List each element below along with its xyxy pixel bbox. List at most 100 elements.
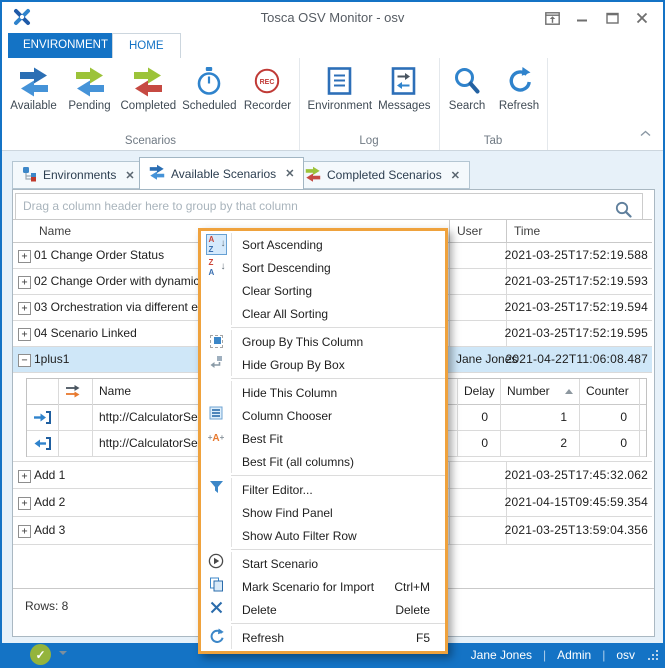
detail-column-number[interactable]: Number (500, 379, 556, 404)
expand-icon[interactable] (18, 328, 31, 341)
messages-label: Messages (378, 100, 430, 112)
tab-close-icon[interactable]: ✕ (125, 169, 134, 182)
menu-item-show-auto-filter-row[interactable]: Show Auto Filter Row (201, 524, 445, 547)
detail-delay: 0 (457, 405, 494, 430)
refresh-icon (504, 64, 534, 98)
expand-icon[interactable] (18, 525, 31, 538)
doc-tab-available-scenarios[interactable]: Available Scenarios ✕ (139, 157, 304, 190)
menu-item-start-scenario[interactable]: Start Scenario (201, 552, 445, 575)
row-time: 2021-03-25T17:45:32.062 (505, 462, 648, 489)
menu-item-clear-sorting[interactable]: Clear Sorting (201, 279, 445, 302)
minimize-icon[interactable] (573, 10, 591, 26)
messages-icon (389, 64, 419, 98)
menu-item-label: Best Fit (all columns) (242, 455, 354, 469)
scheduled-button[interactable]: Scheduled (179, 62, 239, 114)
collapse-icon[interactable] (18, 354, 31, 367)
menu-item-delete[interactable]: DeleteDelete (201, 598, 445, 621)
direction-column-icon[interactable] (65, 384, 81, 401)
tab-close-icon[interactable]: ✕ (451, 169, 460, 182)
menu-item-show-find-panel[interactable]: Show Find Panel (201, 501, 445, 524)
sort-descending-icon: ZA↓ (209, 259, 224, 276)
menu-item-hide-this-column[interactable]: Hide This Column (201, 381, 445, 404)
expand-icon[interactable] (18, 497, 31, 510)
expand-icon[interactable] (18, 302, 31, 315)
menu-item-clear-all-sorting[interactable]: Clear All Sorting (201, 302, 445, 325)
ribbon-tab-environment[interactable]: ENVIRONMENT (8, 33, 123, 58)
maximize-icon[interactable] (603, 10, 621, 26)
menu-item-mark-scenario-for-import[interactable]: Mark Scenario for ImportCtrl+M (201, 575, 445, 598)
group-by-panel[interactable]: Drag a column header here to group by th… (15, 193, 643, 220)
menu-item-best-fit[interactable]: +A+ Best Fit (201, 427, 445, 450)
completed-icon (133, 64, 163, 98)
menu-item-refresh[interactable]: RefreshF5 (201, 626, 445, 649)
environment-log-label: Environment (308, 100, 373, 112)
detail-column-counter[interactable]: Counter (579, 379, 639, 404)
group-label-log: Log (299, 135, 439, 147)
request-arrow-icon (33, 410, 52, 428)
doc-tab-label: Completed Scenarios (327, 168, 442, 182)
row-time: 2021-04-22T11:06:08.487 (506, 347, 649, 372)
completed-button[interactable]: Completed (118, 62, 180, 114)
environments-icon (22, 166, 37, 185)
row-name: 01 Change Order Status (34, 243, 164, 268)
detail-counter: 0 (579, 431, 633, 456)
recorder-button[interactable]: REC Recorder (239, 62, 295, 114)
close-icon[interactable] (633, 10, 651, 26)
connection-ok-icon[interactable]: ✓ (30, 644, 51, 665)
response-arrow-icon (33, 436, 52, 454)
collapse-ribbon-icon[interactable] (640, 124, 651, 142)
ribbon-tab-home[interactable]: HOME (112, 33, 181, 58)
menu-item-sort-ascending[interactable]: AZ↓ Sort Ascending (201, 233, 445, 256)
doc-tab-environments[interactable]: Environments ✕ (12, 161, 145, 189)
row-time: 2021-03-25T17:52:19.594 (505, 295, 648, 320)
tab-close-icon[interactable]: ✕ (285, 167, 294, 180)
delete-x-icon (210, 601, 223, 619)
pending-button[interactable]: Pending (62, 62, 118, 114)
hide-group-by-box-icon (209, 355, 223, 374)
detail-delay: 0 (457, 431, 494, 456)
window-title: Tosca OSV Monitor - osv (2, 10, 663, 25)
column-header-user[interactable]: User (449, 220, 506, 242)
rec-icon: REC (252, 64, 282, 98)
detail-column-delay[interactable]: Delay (457, 379, 500, 404)
title-bar: Tosca OSV Monitor - osv (2, 2, 663, 32)
row-name: 1plus1 (34, 347, 69, 372)
environment-log-button[interactable]: Environment (305, 62, 376, 114)
menu-item-group-by-this-column[interactable]: Group By This Column (201, 330, 445, 353)
available-scenarios-icon (149, 164, 165, 183)
doc-tab-completed-scenarios[interactable]: Completed Scenarios ✕ (295, 161, 470, 189)
group-label-scenarios: Scenarios (2, 135, 299, 147)
menu-separator (231, 327, 445, 328)
menu-item-hide-group-by-box[interactable]: Hide Group By Box (201, 353, 445, 376)
messages-button[interactable]: Messages (375, 62, 433, 114)
menu-item-label: Hide This Column (242, 386, 337, 400)
menu-item-label: Group By This Column (242, 335, 363, 349)
row-count: Rows: 8 (25, 599, 68, 613)
menu-item-label: Show Find Panel (242, 506, 333, 520)
expand-icon[interactable] (18, 276, 31, 289)
ribbon-display-options-icon[interactable] (543, 10, 561, 26)
column-divider (58, 379, 59, 456)
menu-item-sort-descending[interactable]: ZA↓ Sort Descending (201, 256, 445, 279)
pending-label: Pending (68, 100, 110, 112)
search-label: Search (449, 100, 485, 112)
doc-tab-label: Environments (43, 168, 116, 182)
expand-icon[interactable] (18, 470, 31, 483)
status-dropdown-caret-icon[interactable] (59, 651, 67, 655)
menu-item-column-chooser[interactable]: Column Chooser (201, 404, 445, 427)
resize-grip[interactable] (646, 650, 658, 662)
search-button[interactable]: Search (441, 62, 493, 114)
row-name: 02 Change Order with dynamic St (34, 269, 214, 294)
refresh-button[interactable]: Refresh (493, 62, 545, 114)
menu-separator (231, 475, 445, 476)
row-name: 03 Orchestration via different end (34, 295, 211, 320)
row-time: 2021-03-25T17:52:19.588 (505, 243, 648, 268)
menu-item-filter-editor[interactable]: Filter Editor... (201, 478, 445, 501)
expand-icon[interactable] (18, 250, 31, 263)
ribbon-group-scenarios: Available Pending Completed (2, 58, 300, 150)
column-divider (500, 379, 501, 456)
column-header-time[interactable]: Time (506, 220, 652, 242)
menu-item-best-fit-all-columns[interactable]: Best Fit (all columns) (201, 450, 445, 473)
menu-item-label: Filter Editor... (242, 483, 313, 497)
available-button[interactable]: Available (6, 62, 62, 114)
